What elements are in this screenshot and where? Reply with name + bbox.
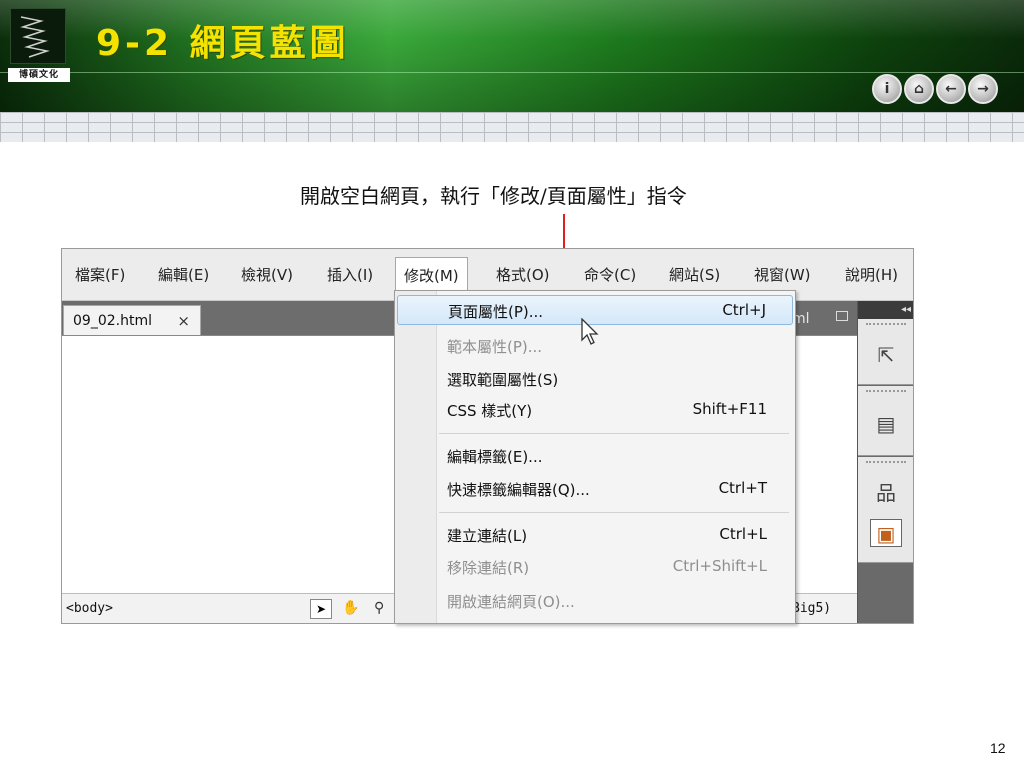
menu-item-label: 開啟連結網頁(O)... (447, 593, 575, 611)
menu-item-shortcut: Ctrl+L (719, 525, 767, 543)
pointer-tool-icon[interactable]: ➤ (310, 599, 332, 619)
menu-item-label: 頁面屬性(P)... (448, 303, 544, 321)
decorative-grid (0, 112, 1024, 142)
menu-item-shortcut: Ctrl+Shift+L (672, 557, 767, 575)
home-icon[interactable]: ⌂ (904, 74, 934, 104)
header-divider (0, 72, 1024, 73)
menu-item-shortcut: Ctrl+T (718, 479, 767, 497)
menu-item-open-linked-page[interactable]: 開啟連結網頁(O)... (397, 586, 793, 616)
menu-separator (439, 433, 789, 434)
menu-item-shortcut: Shift+F11 (692, 400, 767, 418)
slide-title: 9-2 網頁藍圖 (96, 23, 350, 64)
menu-window[interactable]: 視窗(W) (754, 264, 811, 285)
menu-item-label: 建立連結(L) (447, 527, 528, 545)
panel-grip[interactable] (866, 461, 906, 463)
menu-help[interactable]: 說明(H) (845, 264, 898, 285)
panel-group-insert: ⇱ (858, 319, 913, 385)
site-map-icon[interactable]: 品 (870, 479, 902, 507)
panel-grip[interactable] (866, 323, 906, 325)
menu-file[interactable]: 檔案(F) (75, 264, 125, 285)
panel-group-files: 品 ▣ (858, 457, 913, 563)
assets-briefcase-icon[interactable]: ▣ (870, 519, 902, 547)
properties-panel-icon[interactable]: ▤ (870, 410, 902, 438)
menu-item-shortcut: Ctrl+J (722, 301, 766, 319)
menu-format[interactable]: 格式(O) (496, 264, 550, 285)
menu-item-label: 選取範圍屬性(S) (447, 371, 559, 389)
close-tab-icon[interactable]: × (177, 312, 190, 330)
logo-text: 博碩文化 (8, 68, 70, 82)
mouse-pointer-icon (581, 318, 599, 345)
menu-item-label: 範本屬性(P)... (447, 338, 543, 356)
panel-grip[interactable] (866, 390, 906, 392)
restore-window-icon[interactable] (836, 311, 848, 321)
menu-separator (439, 512, 789, 513)
document-tab-label: 09_02.html (73, 313, 152, 329)
menu-item-label: 快速標籤編輯器(Q)... (447, 481, 590, 499)
slide-nav: i ⌂ ← → (872, 74, 998, 106)
menu-insert[interactable]: 插入(I) (327, 264, 373, 285)
menu-item-css-styles[interactable]: CSS 樣式(Y) Shift+F11 (397, 395, 793, 425)
menu-item-selection-properties[interactable]: 選取範圍屬性(S) (397, 364, 793, 394)
menu-item-remove-link[interactable]: 移除連結(R) Ctrl+Shift+L (397, 552, 793, 582)
menu-item-edit-tag[interactable]: 編輯標籤(E)... (397, 441, 793, 471)
right-panel-dock: ◂◂ ⇱ ▤ 品 ▣ (857, 301, 913, 623)
panel-group-properties: ▤ (858, 386, 913, 456)
hand-tool-icon[interactable]: ✋ (342, 600, 359, 616)
instruction-text: 開啟空白網頁，執行「修改/頁面屬性」指令 (300, 184, 687, 208)
menu-item-label: 移除連結(R) (447, 559, 530, 577)
insert-panel-icon[interactable]: ⇱ (870, 341, 902, 369)
tag-selector-body[interactable]: <body> (66, 601, 113, 616)
menu-item-label: 編輯標籤(E)... (447, 448, 543, 466)
menu-view[interactable]: 檢視(V) (241, 264, 293, 285)
logo-mark (10, 8, 66, 64)
menu-modify[interactable]: 修改(M) (395, 257, 468, 293)
back-icon[interactable]: ← (936, 74, 966, 104)
menu-item-make-link[interactable]: 建立連結(L) Ctrl+L (397, 520, 793, 550)
zoom-tool-icon[interactable]: ⚲ (374, 600, 384, 616)
encoding-status: Big5) (792, 601, 832, 616)
panel-collapse-button[interactable]: ◂◂ (858, 301, 913, 319)
menu-site[interactable]: 網站(S) (669, 264, 720, 285)
page-number: 12 (990, 740, 1006, 756)
document-tab[interactable]: 09_02.html × (63, 305, 201, 335)
publisher-logo: 博碩文化 (8, 8, 70, 82)
menu-item-label: CSS 樣式(Y) (447, 402, 533, 420)
menu-edit[interactable]: 編輯(E) (158, 264, 209, 285)
info-icon[interactable]: i (872, 74, 902, 104)
menu-item-quick-tag-editor[interactable]: 快速標籤編輯器(Q)... Ctrl+T (397, 474, 793, 504)
forward-icon[interactable]: → (968, 74, 998, 104)
menu-commands[interactable]: 命令(C) (584, 264, 636, 285)
